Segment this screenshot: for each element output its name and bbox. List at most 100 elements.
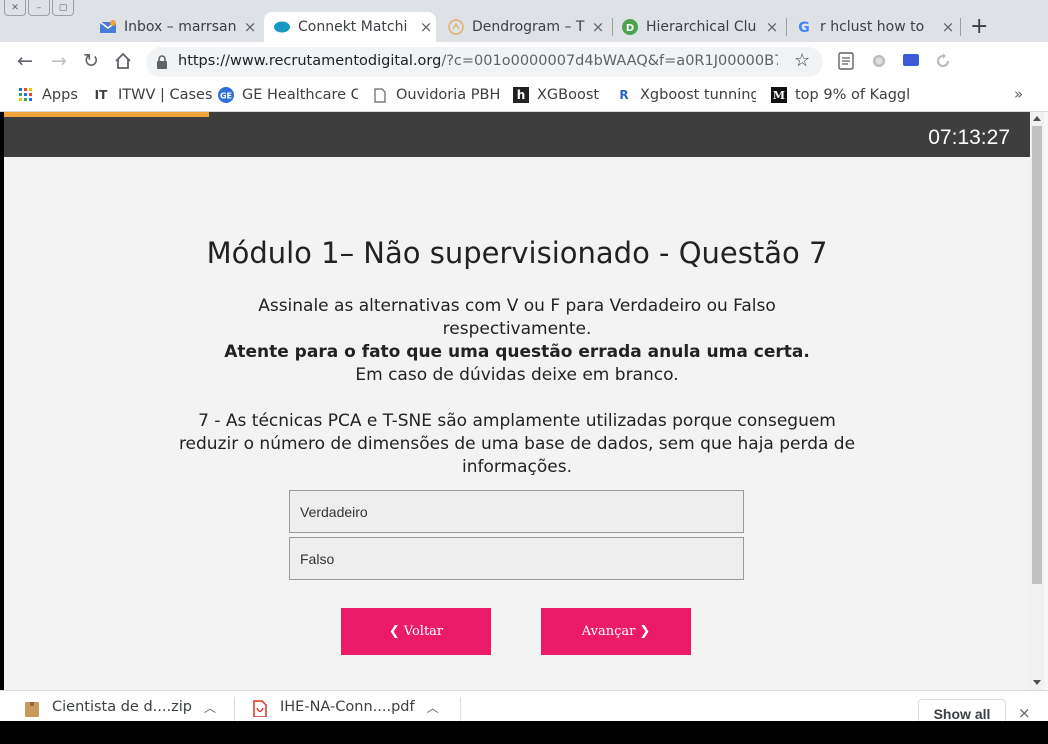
tab-separator [612,18,613,36]
instructions: Assinale as alternativas com V ou F para… [217,295,817,387]
show-all-button[interactable]: Show all [918,699,1006,721]
r-icon: R [619,88,629,102]
svg-text:GE: GE [220,92,232,101]
bookmark-label: Ouvidoria PBH [396,87,501,103]
instructions-line: Em caso de dúvidas deixe em branco. [355,365,679,385]
chevron-right-icon: ❯ [639,624,651,639]
tab-title: Dendrogram – T [472,19,585,35]
tab-dendrogram[interactable]: Dendrogram – T × [440,12,608,42]
download-item-pdf[interactable]: IHE-NA-Conn....pdf ︿ [252,699,439,721]
close-icon[interactable]: × [1018,704,1031,721]
tab-close-icon[interactable]: × [938,18,958,36]
dendrogram-site-icon [448,19,464,35]
url-host: https://www.recrutamentodigital.org [178,53,442,69]
window-close-icon[interactable]: ✕ [4,0,26,16]
tab-google-search[interactable]: G r hclust how to × [788,12,958,42]
d-site-icon: D [622,19,638,35]
bookmark-ge-healthcare[interactable]: GE GE Healthcare C [218,85,358,105]
gmail-icon [100,19,116,35]
new-tab-button[interactable]: + [970,14,988,39]
calendar-extension-icon[interactable] [902,52,920,70]
instructions-line: Assinale as alternativas com V ou F para… [258,296,776,339]
tab-title: r hclust how to [820,19,925,35]
download-item-zip[interactable]: Cientista de d....zip ︿ [24,699,216,721]
url-path: /?c=001o0000007d4bWAAQ&f=a0R1J00000B78Zn… [441,53,778,69]
chevron-left-icon: ❮ [388,624,400,639]
option-verdadeiro[interactable]: Verdadeiro [289,490,744,533]
bookmark-ouvidoria[interactable]: Ouvidoria PBH [372,85,500,105]
quiz-progress-bar [4,112,210,117]
bookmarks-bar: Apps IT ITWV | Cases GE GE Healthcare C … [0,80,1048,112]
window-edge [1044,112,1048,690]
tab-close-icon[interactable]: × [416,18,436,36]
window-maximize-icon[interactable]: ▢ [52,0,74,16]
bookmark-label: Xgboost tunning [640,87,756,103]
tab-title: Connekt Matchi [298,19,408,35]
reader-extension-icon[interactable] [838,52,856,70]
bookmarks-overflow-icon[interactable]: » [1014,85,1023,103]
downloads-shelf: Cientista de d....zip ︿ IHE-NA-Conn....p… [0,690,1048,721]
back-arrow-icon[interactable]: ← [14,50,36,72]
h-icon: h [513,87,529,103]
download-separator [234,697,235,721]
forward-arrow-icon[interactable]: → [48,50,70,72]
bookmark-xgboost[interactable]: h XGBoost [513,85,599,105]
question-text: 7 - As técnicas PCA e T-SNE são amplamen… [178,411,856,477]
tab-hierarchical[interactable]: D Hierarchical Clu × [614,12,782,42]
browser-toolbar: ← → ↻ https://www.recrutamentodigital.or… [0,42,1048,118]
bookmark-label: XGBoost [537,87,600,103]
apps-grid-icon [18,87,34,103]
page-scrollbar[interactable] [1030,112,1044,690]
bookmark-itwv[interactable]: IT ITWV | Cases [92,85,213,105]
salesforce-cloud-icon [274,19,290,35]
zip-file-icon [24,699,40,717]
tab-title: Hierarchical Clu [646,19,757,35]
tab-inbox[interactable]: Inbox – marrsan × [92,12,260,42]
home-icon[interactable] [112,50,134,72]
countdown-timer: 07:13:27 [928,126,1010,149]
circle-extension-icon[interactable] [870,52,888,70]
tab-close-icon[interactable]: × [240,18,260,36]
refresh-extension-icon[interactable] [934,52,952,70]
chevron-up-icon[interactable]: ︿ [427,699,439,716]
google-icon: G [796,19,812,35]
tab-close-icon[interactable]: × [762,18,782,36]
question-title: Módulo 1– Não supervisionado - Questão 7 [206,236,828,270]
window-minimize-icon[interactable]: – [28,0,50,16]
medium-icon: M [771,87,787,103]
tab-close-icon[interactable]: × [588,18,608,36]
bookmark-label: Apps [42,87,78,103]
tab-strip: ✕ – ▢ Inbox – marrsan × Connekt Matchi ×… [0,0,1048,42]
tab-connekt[interactable]: Connekt Matchi × [264,12,436,42]
page-icon [372,87,388,103]
bookmark-star-icon[interactable]: ☆ [794,50,810,71]
scroll-down-arrow-icon[interactable] [1033,680,1041,685]
svg-text:D: D [626,23,634,34]
quiz-header: 07:13:27 [4,112,1030,157]
bookmark-label: top 9% of Kaggle [795,87,909,103]
reload-icon[interactable]: ↻ [80,50,102,72]
next-button[interactable]: Avançar ❯ [541,608,691,655]
back-button[interactable]: ❮ Voltar [341,608,491,655]
option-falso[interactable]: Falso [289,537,744,580]
bookmark-xgboost-tunning[interactable]: R Xgboost tunning [616,85,756,105]
bookmark-apps[interactable]: Apps [18,85,78,105]
next-button-label: Avançar [581,624,636,639]
download-filename: IHE-NA-Conn....pdf [280,699,415,715]
lock-icon [156,54,168,73]
svg-text:G: G [798,20,810,35]
quiz-page: 07:13:27 Módulo 1– Não supervisionado - … [4,112,1030,690]
tab-separator [960,18,961,36]
back-button-label: Voltar [403,624,444,639]
pdf-file-icon [252,699,268,718]
bookmark-kaggle[interactable]: M top 9% of Kaggle [771,85,909,105]
scroll-up-arrow-icon[interactable] [1033,116,1041,121]
chevron-up-icon[interactable]: ︿ [204,699,216,716]
address-bar[interactable]: https://www.recrutamentodigital.org/?c=0… [146,47,823,77]
bookmark-label: GE Healthcare C [242,87,358,103]
url-text: https://www.recrutamentodigital.org/?c=0… [178,53,778,69]
scrollbar-thumb[interactable] [1032,126,1042,584]
tab-separator [786,18,787,36]
screen-bottom-edge [0,721,1048,744]
ge-icon: GE [218,87,234,103]
